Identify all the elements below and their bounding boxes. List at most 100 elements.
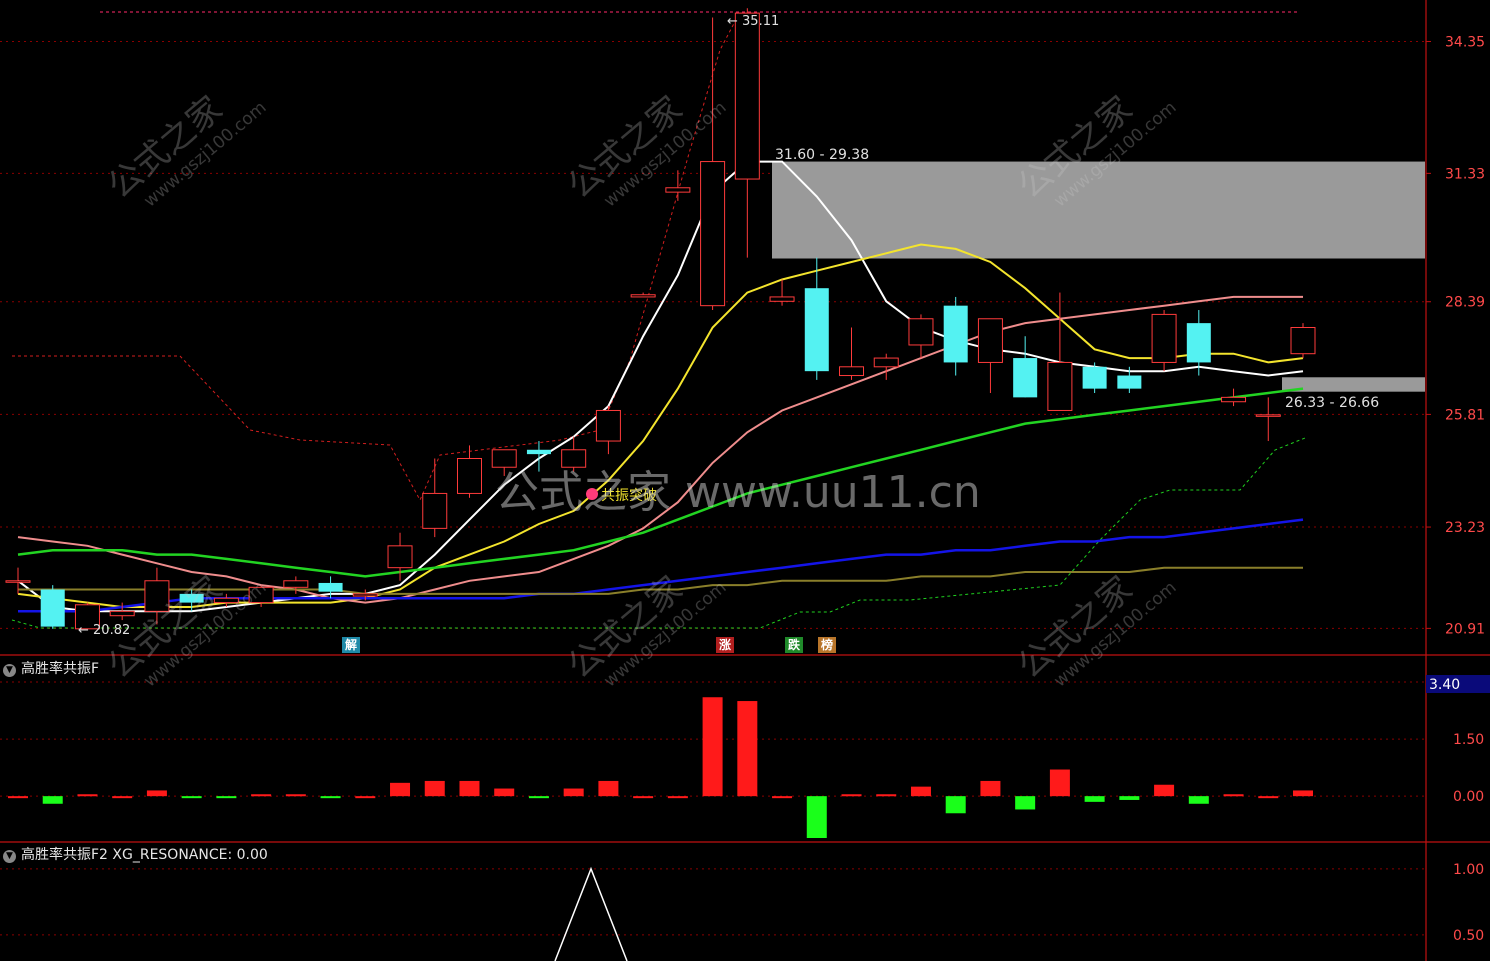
- indicator1-bar: [667, 796, 688, 799]
- candle: [804, 257, 829, 380]
- indicator1-bar: [112, 796, 133, 799]
- ma-line-yellow: [17, 243, 1304, 608]
- stop-line-upper: [12, 11, 741, 502]
- indicator1-bar: [285, 794, 306, 797]
- candle-body: [213, 597, 239, 604]
- candle-body: [1290, 327, 1316, 355]
- candle: [40, 585, 65, 629]
- candle-body: [179, 593, 204, 603]
- event-tag[interactable]: 跌: [785, 637, 803, 653]
- candle-body: [561, 449, 587, 468]
- candle-body: [630, 294, 656, 298]
- indicator1-bar: [633, 796, 654, 799]
- stock-chart[interactable]: 34.3531.3328.3925.8123.2320.913.001.500.…: [0, 0, 1490, 961]
- collapse-icon[interactable]: ▼: [3, 664, 16, 677]
- resistance-zone-label: 31.60 - 29.38: [775, 147, 869, 163]
- axis-tick-label: 20.91: [1445, 621, 1485, 637]
- indicator1-bar: [181, 796, 202, 799]
- axis-tick-label: 23.23: [1445, 520, 1485, 536]
- axis-tick-label: 25.81: [1445, 407, 1485, 423]
- candle-body: [318, 582, 343, 592]
- candlesticks[interactable]: [5, 8, 1316, 630]
- indicator1-bar: [945, 796, 966, 814]
- candle-body: [873, 357, 899, 368]
- candle: [734, 8, 760, 258]
- candle-body: [491, 449, 517, 468]
- indicator2-signal: [554, 866, 628, 961]
- candle-body: [422, 492, 448, 529]
- candle-body: [526, 449, 551, 455]
- candle: [456, 445, 482, 498]
- candle: [491, 449, 517, 476]
- indicator1-bar: [910, 786, 931, 797]
- indicator1-bar: [1223, 794, 1244, 797]
- support-zone-label: 26.33 - 26.66: [1285, 395, 1379, 411]
- axis-tick-label: 1.50: [1453, 732, 1484, 748]
- candle-body: [1117, 375, 1142, 389]
- indicator1-bar: [251, 794, 272, 797]
- low-marker: ← 20.82: [78, 623, 130, 638]
- axis-tick-label: 31.33: [1445, 166, 1485, 182]
- candle: [1186, 310, 1211, 376]
- indicator1-bar: [1015, 796, 1036, 810]
- indicator1-bar: [1188, 796, 1209, 804]
- moving-averages: [11, 11, 1306, 629]
- candle: [1255, 397, 1281, 442]
- candle: [839, 327, 865, 380]
- signal-label: 共振突破: [601, 488, 657, 504]
- indicator1-title-text: 高胜率共振F: [21, 661, 100, 677]
- indicator1-bar: [390, 782, 411, 797]
- candle-body: [248, 586, 274, 604]
- event-tag[interactable]: 解: [342, 637, 360, 653]
- axis-tick-label: 0.00: [1453, 789, 1484, 805]
- indicator1-bar: [1293, 790, 1313, 797]
- indicator1-bar: [1049, 769, 1070, 797]
- candle: [144, 567, 170, 625]
- indicator1-bar: [42, 796, 63, 804]
- indicator1-bar: [355, 796, 376, 799]
- candle: [1290, 323, 1316, 359]
- signal-icon: [586, 488, 598, 500]
- candle-body: [1151, 313, 1177, 363]
- candle-body: [1186, 323, 1211, 363]
- candle-body: [769, 296, 795, 302]
- candle-body: [977, 318, 1003, 363]
- indicator2-title-text: 高胜率共振F2 XG_RESONANCE: 0.00: [21, 847, 268, 863]
- candle-body: [734, 12, 760, 180]
- indicator1-bar: [146, 790, 167, 797]
- axis-tick-label: 34.35: [1445, 34, 1485, 50]
- candle-body: [665, 187, 691, 193]
- candle: [908, 314, 934, 359]
- candle-body: [456, 458, 482, 494]
- price-axis: 34.3531.3328.3925.8123.2320.913.001.500.…: [1426, 34, 1490, 944]
- candle-body: [109, 610, 135, 617]
- candle-body: [352, 593, 378, 597]
- indicator1-bar: [8, 796, 28, 799]
- axis-tick-label: 0.50: [1453, 928, 1484, 944]
- candle: [1013, 336, 1038, 398]
- event-tag[interactable]: 榜: [818, 637, 836, 653]
- candle: [977, 318, 1003, 393]
- indicator1-bar: [563, 788, 584, 797]
- candle-body: [283, 580, 309, 588]
- indicator1-bar: [1119, 796, 1140, 800]
- indicator1-bar: [424, 780, 445, 797]
- indicator1-bar: [598, 780, 619, 797]
- chart-annotations: ← 35.11 ← 20.82 31.60 - 29.38 26.33 - 26.66…: [78, 14, 1379, 638]
- stop-line-lower: [11, 437, 1306, 629]
- indicator2-title[interactable]: ▼ 高胜率共振F2 XG_RESONANCE: 0.00: [3, 844, 268, 864]
- axis-tick-label: 28.39: [1445, 295, 1485, 311]
- indicator1-bar: [772, 796, 793, 799]
- collapse-icon[interactable]: ▼: [3, 850, 16, 863]
- candle-body: [595, 409, 621, 442]
- candle-body: [1013, 358, 1038, 398]
- indicator1-bar: [1154, 784, 1175, 797]
- candle: [179, 589, 204, 612]
- indicator1-title[interactable]: ▼ 高胜率共振F: [3, 658, 99, 678]
- indicator1-bar: [841, 794, 862, 797]
- candle-body: [5, 580, 31, 583]
- indicator2-line: [554, 866, 628, 961]
- candle: [665, 170, 691, 201]
- event-tag[interactable]: 涨: [716, 637, 734, 653]
- indicator1-bar: [1084, 796, 1105, 802]
